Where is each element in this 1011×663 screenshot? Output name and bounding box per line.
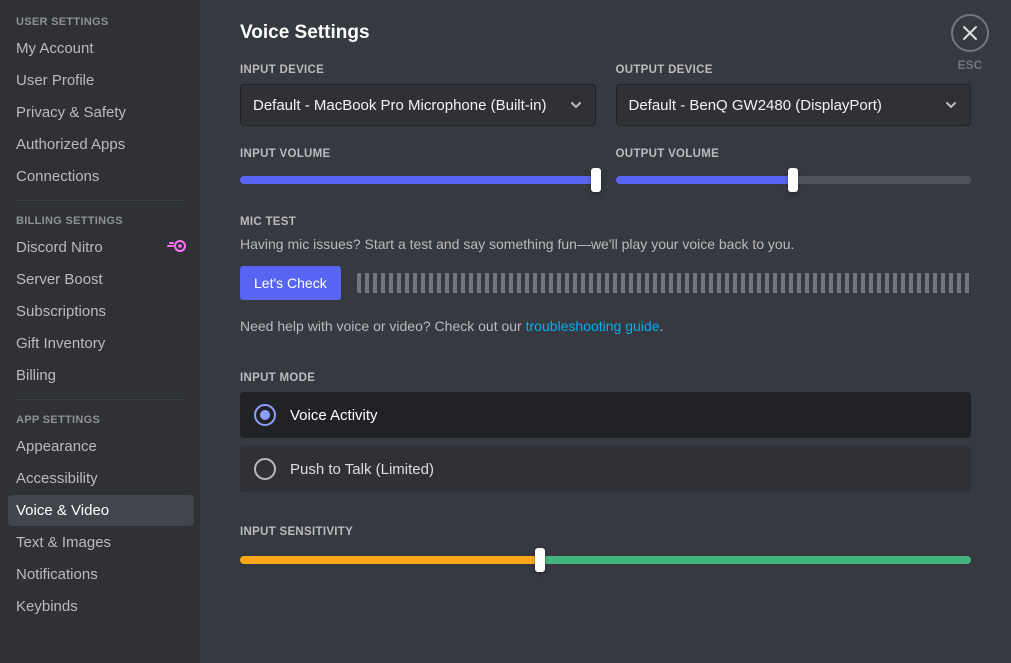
input-device-label: INPUT DEVICE [240,64,596,76]
sidebar-category-user: USER SETTINGS [8,10,194,32]
page-title: Voice Settings [240,22,971,44]
output-volume-slider[interactable] [616,168,972,192]
sidebar-separator [16,200,186,201]
input-sensitivity-slider[interactable] [240,548,971,572]
sidebar-item-subscriptions[interactable]: Subscriptions [8,296,194,327]
radio-icon [254,404,276,426]
close-icon [951,14,989,52]
input-volume-label: INPUT VOLUME [240,148,596,160]
output-device-select[interactable]: Default - BenQ GW2480 (DisplayPort) [616,84,972,126]
sidebar-separator [16,399,186,400]
sidebar-item-label: User Profile [16,72,94,89]
sidebar-item-my-account[interactable]: My Account [8,33,194,64]
input-device-value: Default - MacBook Pro Microphone (Built-… [253,97,546,114]
sidebar-item-label: Billing [16,367,56,384]
sidebar-item-user-profile[interactable]: User Profile [8,65,194,96]
sidebar-item-label: Appearance [16,438,97,455]
troubleshooting-link[interactable]: troubleshooting guide [526,318,660,334]
slider-thumb[interactable] [535,548,545,572]
input-mode-option-push-to-talk-limited-[interactable]: Push to Talk (Limited) [240,446,971,492]
slider-thumb[interactable] [591,168,601,192]
mic-test-button[interactable]: Let's Check [240,266,341,300]
input-mode-label: INPUT MODE [240,372,971,384]
sidebar-item-billing[interactable]: Billing [8,360,194,391]
radio-icon [254,458,276,480]
sidebar-item-label: Subscriptions [16,303,106,320]
sidebar-item-keybinds[interactable]: Keybinds [8,591,194,622]
output-device-label: OUTPUT DEVICE [616,64,972,76]
sidebar-item-privacy-safety[interactable]: Privacy & Safety [8,97,194,128]
sidebar-item-label: Voice & Video [16,502,109,519]
sidebar-item-label: Gift Inventory [16,335,105,352]
chevron-down-icon [569,98,583,112]
sidebar-item-authorized-apps[interactable]: Authorized Apps [8,129,194,160]
input-volume-slider[interactable] [240,168,596,192]
slider-thumb[interactable] [788,168,798,192]
sidebar-category-app: APP SETTINGS [8,408,194,430]
sidebar-item-text-images[interactable]: Text & Images [8,527,194,558]
sidebar-item-label: Authorized Apps [16,136,125,153]
chevron-down-icon [944,98,958,112]
sidebar-item-label: Accessibility [16,470,98,487]
sidebar-item-label: Privacy & Safety [16,104,126,121]
sidebar-item-connections[interactable]: Connections [8,161,194,192]
mic-test-description: Having mic issues? Start a test and say … [240,236,971,252]
sidebar-item-label: My Account [16,40,94,57]
sidebar-item-label: Connections [16,168,99,185]
sidebar-category-billing: BILLING SETTINGS [8,209,194,231]
nitro-badge-icon [166,239,186,256]
input-mode-option-voice-activity[interactable]: Voice Activity [240,392,971,438]
mic-test-label: MIC TEST [240,216,971,228]
close-label: ESC [951,58,989,72]
input-mode-option-label: Voice Activity [290,407,378,424]
settings-sidebar: USER SETTINGS My Account User Profile Priv… [0,0,200,663]
output-device-value: Default - BenQ GW2480 (DisplayPort) [629,97,882,114]
input-sensitivity-label: INPUT SENSITIVITY [240,526,971,538]
sidebar-item-label: Server Boost [16,271,103,288]
settings-content: ESC Voice Settings INPUT DEVICE Default … [200,0,1011,663]
sidebar-item-discord-nitro[interactable]: Discord Nitro [8,232,194,263]
input-mode-option-label: Push to Talk (Limited) [290,461,434,478]
input-device-select[interactable]: Default - MacBook Pro Microphone (Built-… [240,84,596,126]
sidebar-item-appearance[interactable]: Appearance [8,431,194,462]
close-button[interactable]: ESC [951,14,989,72]
sidebar-item-label: Keybinds [16,598,78,615]
sidebar-item-voice-video[interactable]: Voice & Video [8,495,194,526]
sidebar-item-label: Text & Images [16,534,111,551]
sidebar-item-label: Notifications [16,566,98,583]
mic-level-meter [357,273,971,293]
output-volume-label: OUTPUT VOLUME [616,148,972,160]
sidebar-item-accessibility[interactable]: Accessibility [8,463,194,494]
sidebar-item-gift-inventory[interactable]: Gift Inventory [8,328,194,359]
sidebar-item-label: Discord Nitro [16,239,103,256]
sidebar-item-notifications[interactable]: Notifications [8,559,194,590]
help-text: Need help with voice or video? Check out… [240,318,971,334]
sidebar-item-server-boost[interactable]: Server Boost [8,264,194,295]
